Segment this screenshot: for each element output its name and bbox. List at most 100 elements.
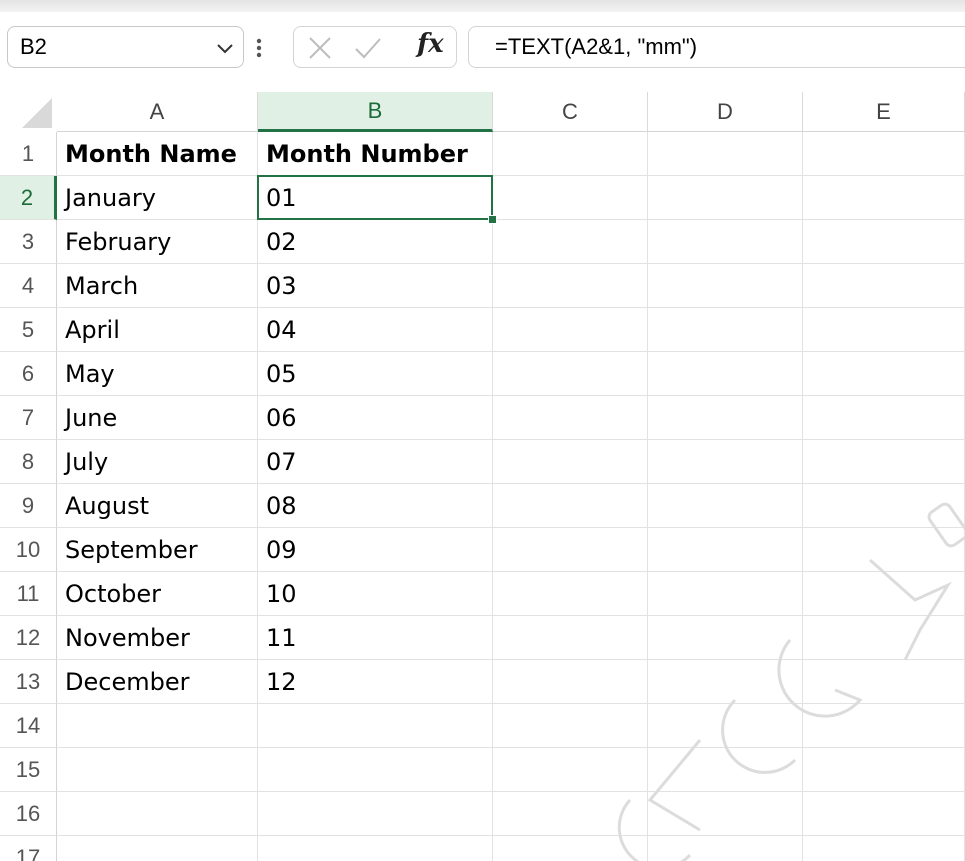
row-header-16[interactable]: 16 [0, 792, 57, 836]
cell-e13[interactable] [803, 660, 965, 704]
cell-b2[interactable]: 01 [258, 176, 493, 220]
cell-c9[interactable] [493, 484, 648, 528]
cell-c13[interactable] [493, 660, 648, 704]
cell-e7[interactable] [803, 396, 965, 440]
row-header-8[interactable]: 8 [0, 440, 57, 484]
column-header-c[interactable]: C [493, 92, 648, 132]
name-box[interactable]: B2 [7, 26, 244, 68]
row-header-6[interactable]: 6 [0, 352, 57, 396]
cell-e6[interactable] [803, 352, 965, 396]
cell-e1[interactable] [803, 132, 965, 176]
cell-c6[interactable] [493, 352, 648, 396]
cell-d10[interactable] [648, 528, 803, 572]
cell-d5[interactable] [648, 308, 803, 352]
insert-function-icon[interactable]: fx [417, 29, 444, 59]
column-header-a[interactable]: A [57, 92, 258, 132]
cell-c7[interactable] [493, 396, 648, 440]
cell-d9[interactable] [648, 484, 803, 528]
cell-a5[interactable]: April [57, 308, 258, 352]
row-header-3[interactable]: 3 [0, 220, 57, 264]
cell-e15[interactable] [803, 748, 965, 792]
fill-handle[interactable] [488, 215, 497, 224]
row-header-9[interactable]: 9 [0, 484, 57, 528]
row-header-13[interactable]: 13 [0, 660, 57, 704]
cell-d4[interactable] [648, 264, 803, 308]
cell-c14[interactable] [493, 704, 648, 748]
cell-e14[interactable] [803, 704, 965, 748]
cell-c10[interactable] [493, 528, 648, 572]
cell-a13[interactable]: December [57, 660, 258, 704]
row-header-7[interactable]: 7 [0, 396, 57, 440]
more-options-icon[interactable] [256, 38, 262, 63]
cell-b12[interactable]: 11 [258, 616, 493, 660]
row-header-10[interactable]: 10 [0, 528, 57, 572]
cell-c4[interactable] [493, 264, 648, 308]
cell-c11[interactable] [493, 572, 648, 616]
cell-e4[interactable] [803, 264, 965, 308]
row-header-14[interactable]: 14 [0, 704, 57, 748]
row-header-12[interactable]: 12 [0, 616, 57, 660]
cell-a2[interactable]: January [57, 176, 258, 220]
row-header-15[interactable]: 15 [0, 748, 57, 792]
cell-c2[interactable] [493, 176, 648, 220]
cell-c1[interactable] [493, 132, 648, 176]
cell-e5[interactable] [803, 308, 965, 352]
cell-b11[interactable]: 10 [258, 572, 493, 616]
column-header-d[interactable]: D [648, 92, 803, 132]
cell-a9[interactable]: August [57, 484, 258, 528]
cell-a10[interactable]: September [57, 528, 258, 572]
cell-d13[interactable] [648, 660, 803, 704]
cell-d2[interactable] [648, 176, 803, 220]
cell-d14[interactable] [648, 704, 803, 748]
cell-d3[interactable] [648, 220, 803, 264]
cell-a8[interactable]: July [57, 440, 258, 484]
cell-c16[interactable] [493, 792, 648, 836]
cell-e3[interactable] [803, 220, 965, 264]
cell-b4[interactable]: 03 [258, 264, 493, 308]
row-header-2[interactable]: 2 [0, 176, 57, 220]
cell-d1[interactable] [648, 132, 803, 176]
cell-b16[interactable] [258, 792, 493, 836]
cell-d16[interactable] [648, 792, 803, 836]
cell-e2[interactable] [803, 176, 965, 220]
cell-b5[interactable]: 04 [258, 308, 493, 352]
column-header-e[interactable]: E [803, 92, 965, 132]
cell-b8[interactable]: 07 [258, 440, 493, 484]
cell-a4[interactable]: March [57, 264, 258, 308]
chevron-down-icon[interactable] [217, 41, 233, 59]
cell-c3[interactable] [493, 220, 648, 264]
cell-b9[interactable]: 08 [258, 484, 493, 528]
cell-d11[interactable] [648, 572, 803, 616]
cell-e8[interactable] [803, 440, 965, 484]
cell-a15[interactable] [57, 748, 258, 792]
cell-e9[interactable] [803, 484, 965, 528]
cell-b15[interactable] [258, 748, 493, 792]
select-all-button[interactable] [0, 92, 57, 132]
row-header-17[interactable]: 17 [0, 836, 57, 861]
cell-b6[interactable]: 05 [258, 352, 493, 396]
cell-a16[interactable] [57, 792, 258, 836]
cell-a6[interactable]: May [57, 352, 258, 396]
cell-b3[interactable]: 02 [258, 220, 493, 264]
cell-a7[interactable]: June [57, 396, 258, 440]
cell-c12[interactable] [493, 616, 648, 660]
cell-b10[interactable]: 09 [258, 528, 493, 572]
cell-d7[interactable] [648, 396, 803, 440]
cell-a14[interactable] [57, 704, 258, 748]
cell-b1[interactable]: Month Number [258, 132, 493, 176]
column-header-b[interactable]: B [258, 92, 493, 132]
cell-d8[interactable] [648, 440, 803, 484]
cell-b13[interactable]: 12 [258, 660, 493, 704]
cell-a3[interactable]: February [57, 220, 258, 264]
cell-a17[interactable] [57, 836, 258, 861]
cell-e12[interactable] [803, 616, 965, 660]
cell-b14[interactable] [258, 704, 493, 748]
cell-d17[interactable] [648, 836, 803, 861]
row-header-1[interactable]: 1 [0, 132, 57, 176]
cell-e10[interactable] [803, 528, 965, 572]
enter-check-icon[interactable] [354, 36, 382, 65]
cell-c17[interactable] [493, 836, 648, 861]
cell-b7[interactable]: 06 [258, 396, 493, 440]
cell-c5[interactable] [493, 308, 648, 352]
cell-e11[interactable] [803, 572, 965, 616]
